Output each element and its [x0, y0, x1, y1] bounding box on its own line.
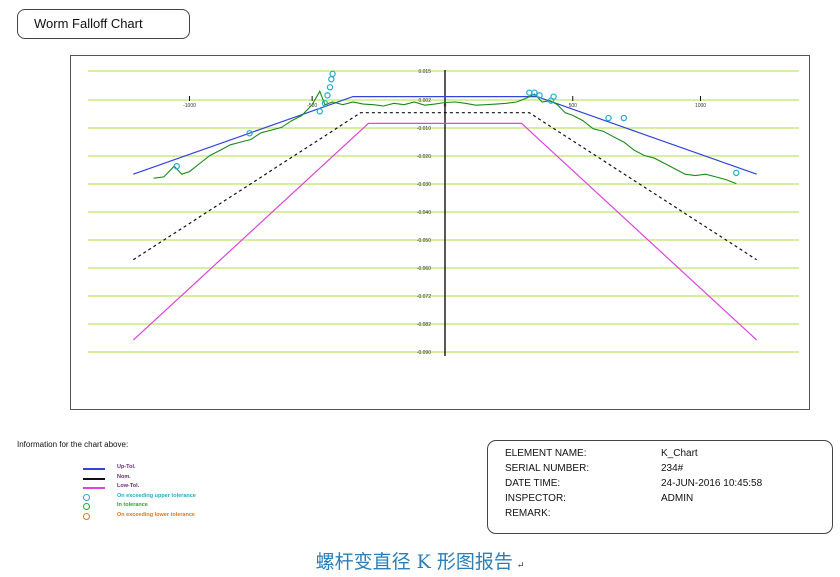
- x-tick-label: -1000: [183, 103, 196, 109]
- legend-label: Nom.: [117, 473, 131, 480]
- date-time-label: DATE TIME:: [505, 478, 561, 489]
- marker-exceed-upper: [328, 76, 335, 83]
- legend-line-swatch: [83, 477, 105, 480]
- y-tick-label: 0.002: [418, 98, 431, 104]
- y-tick-label: -0.050: [417, 238, 431, 244]
- element-name-label: ELEMENT NAME:: [505, 448, 587, 459]
- legend-circle-icon: [83, 503, 90, 510]
- legend-label: On exceeding upper tolerance: [117, 492, 196, 499]
- marker-exceed-upper: [526, 89, 533, 96]
- remark-label: REMARK:: [505, 508, 551, 519]
- legend-item: On exceeding upper tolerance: [83, 493, 283, 503]
- marker-exceed-upper: [620, 114, 628, 122]
- falloff-chart: 0.015 0.002 -0.010 -0.020 -0.030 -0.040 -0.050…: [88, 69, 799, 356]
- legend-item: Low-Tol.: [83, 483, 283, 493]
- chart-title-box: Worm Falloff Chart: [17, 9, 190, 39]
- x-tick-label: 0: [444, 103, 447, 109]
- report-caption: 螺杆变直径 K 形图报告 ↵: [0, 547, 840, 574]
- y-tick-label: -0.060: [417, 266, 431, 272]
- date-time-value: 24-JUN-2016 10:45:58: [661, 478, 763, 489]
- legend-item: In tolerance: [83, 502, 283, 512]
- legend: Information for the chart above: Up-Tol.…: [17, 440, 317, 530]
- y-tick-label: -0.090: [417, 350, 431, 356]
- legend-circle-icon: [83, 493, 90, 501]
- y-tick-label: -0.082: [417, 322, 431, 328]
- chart-title: Worm Falloff Chart: [34, 16, 143, 31]
- inspector-label: INSPECTOR:: [505, 493, 566, 504]
- marker-exceed-upper: [324, 92, 331, 99]
- y-tick-label: -0.020: [417, 154, 431, 160]
- marker-exceed-upper: [316, 108, 324, 115]
- legend-line-swatch: [83, 487, 105, 489]
- info-box: ELEMENT NAME: K_Chart SERIAL NUMBER: 234…: [487, 440, 833, 534]
- caption-text: 螺杆变直径 K 形图报告: [315, 551, 513, 573]
- element-name-value: K_Chart: [661, 448, 698, 459]
- legend-heading: Information for the chart above:: [17, 440, 129, 449]
- marker-exceed-upper: [326, 84, 334, 91]
- y-tick-label: -0.010: [417, 126, 431, 132]
- legend-item: On exceeding lower tolerance: [83, 512, 283, 522]
- marker-exceed-upper: [605, 114, 612, 122]
- legend-circle-icon: [83, 512, 90, 520]
- legend-line-swatch: [83, 468, 105, 470]
- return-mark-icon: ↵: [516, 561, 525, 571]
- marker-exceed-upper: [733, 169, 740, 177]
- legend-label: In tolerance: [117, 502, 148, 508]
- x-tick-label: 1000: [695, 103, 706, 109]
- marker-exceed-upper: [550, 93, 557, 100]
- legend-item: Up-Tol.: [83, 464, 283, 474]
- legend-item: Nom.: [83, 474, 283, 484]
- y-tick-label: -0.072: [417, 294, 431, 300]
- marker-exceed-upper: [329, 70, 336, 78]
- chart-frame: 0.015 0.002 -0.010 -0.020 -0.030 -0.040 -0.050…: [70, 55, 810, 410]
- y-tick-label: 0.015: [418, 69, 431, 75]
- legend-label: Low-Tol.: [117, 483, 140, 489]
- y-tick-label: -0.030: [417, 182, 431, 188]
- legend-label: On exceeding lower tolerance: [117, 511, 195, 518]
- serial-number-value: 234#: [661, 463, 684, 474]
- y-tick-label: -0.040: [417, 210, 431, 216]
- legend-label: Up-Tol.: [117, 464, 136, 470]
- serial-number-label: SERIAL NUMBER:: [505, 463, 590, 474]
- inspector-value: ADMIN: [661, 493, 694, 504]
